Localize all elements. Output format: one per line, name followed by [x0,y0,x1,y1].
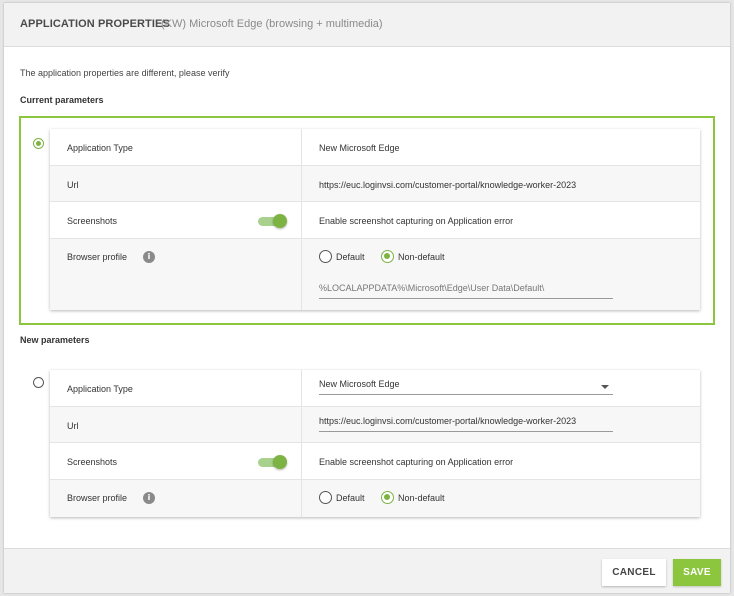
new-url-value: https://euc.loginvsi.com/customer-portal… [319,416,577,426]
current-url-row: Url https://euc.loginvsi.com/customer-po… [50,166,700,202]
dialog-title: APPLICATION PROPERTIES [20,18,170,30]
dialog-subtitle: (KW) Microsoft Edge (browsing + multimed… [161,18,383,30]
current-parameters-label: Current parameters [20,95,104,105]
current-screenshots-label: Screenshots [67,216,118,226]
current-screenshots-toggle[interactable] [258,214,287,228]
current-app-type-label: Application Type [67,143,133,153]
new-app-type-value: New Microsoft Edge [319,379,400,389]
current-app-type-row: Application Type New Microsoft Edge [50,129,700,166]
new-url-input[interactable]: https://euc.loginvsi.com/customer-portal… [319,416,613,432]
current-default-label: Default [336,252,365,262]
current-default-radio[interactable] [319,250,332,263]
current-profile-path-value: %LOCALAPPDATA%\Microsoft\Edge\User Data\… [319,283,545,293]
info-icon[interactable]: i [143,251,155,263]
new-url-row: Url https://euc.loginvsi.com/customer-po… [50,407,700,443]
current-nondefault-label: Non-default [398,252,445,262]
save-button[interactable]: SAVE [673,559,721,586]
dialog-header: APPLICATION PROPERTIES (KW) Microsoft Ed… [4,3,730,47]
new-url-label: Url [67,421,79,431]
new-default-label: Default [336,493,365,503]
current-browser-profile-label: Browser profile [67,252,128,262]
new-browser-profile-row: Browser profile i Default Non-default [50,480,700,517]
new-browser-profile-label: Browser profile [67,493,128,503]
dialog-footer: CANCEL SAVE [4,548,730,593]
current-profile-path-field: %LOCALAPPDATA%\Microsoft\Edge\User Data\… [319,283,613,299]
new-default-radio[interactable] [319,491,332,504]
current-nondefault-radio[interactable] [381,250,394,263]
new-app-type-row: Application Type New Microsoft Edge [50,370,700,407]
new-nondefault-radio[interactable] [381,491,394,504]
current-parameters-card: Application Type New Microsoft Edge Url … [50,129,700,310]
application-properties-dialog: APPLICATION PROPERTIES (KW) Microsoft Ed… [4,3,730,593]
difference-notice: The application properties are different… [20,68,230,78]
new-parameters-label: New parameters [20,335,90,345]
current-url-label: Url [67,180,79,190]
chevron-down-icon [601,385,609,389]
new-screenshots-value: Enable screenshot capturing on Applicati… [319,457,514,467]
cancel-button[interactable]: CANCEL [602,559,666,586]
info-icon[interactable]: i [143,492,155,504]
current-url-value: https://euc.loginvsi.com/customer-portal… [319,180,577,190]
new-nondefault-label: Non-default [398,493,445,503]
new-parameters-card: Application Type New Microsoft Edge Url … [50,370,700,517]
current-parameters-radio[interactable] [33,138,44,149]
new-parameters-radio[interactable] [33,377,44,388]
current-browser-profile-row: Browser profile i Default Non-default %L… [50,239,700,310]
new-app-type-label: Application Type [67,384,133,394]
new-app-type-dropdown[interactable]: New Microsoft Edge [319,379,613,395]
current-screenshots-row: Screenshots Enable screenshot capturing … [50,202,700,239]
current-app-type-value: New Microsoft Edge [319,143,400,153]
new-screenshots-label: Screenshots [67,457,118,467]
new-screenshots-toggle[interactable] [258,455,287,469]
current-screenshots-value: Enable screenshot capturing on Applicati… [319,216,514,226]
new-screenshots-row: Screenshots Enable screenshot capturing … [50,443,700,480]
